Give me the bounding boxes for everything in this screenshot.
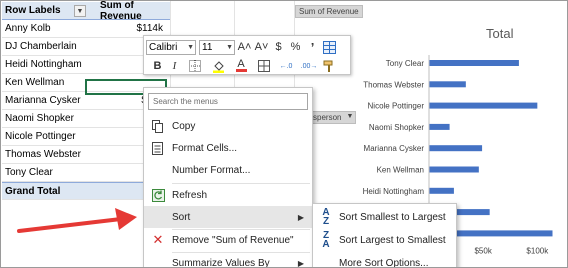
annotation-arrow [17,208,137,233]
arrow-shaft [17,217,123,233]
excel-window: Row Labels Sum of Revenue ▼ Anny Kolb $11… [0,0,568,268]
arrow-head [115,208,137,230]
